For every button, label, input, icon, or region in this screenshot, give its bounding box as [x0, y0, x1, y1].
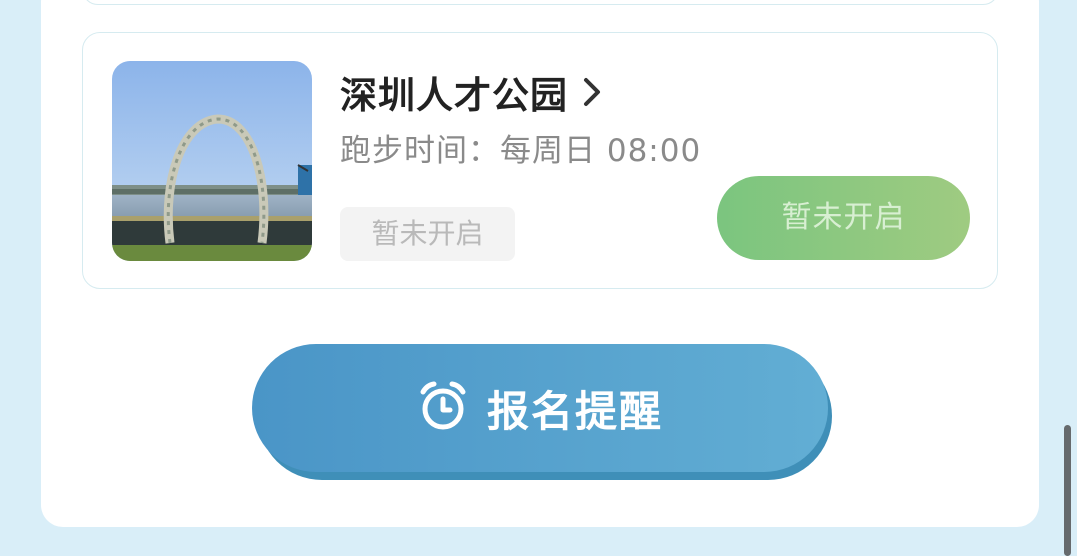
park-name: 深圳人才公园	[340, 74, 568, 117]
status-tag: 暂未开启	[340, 207, 515, 261]
signup-reminder-button[interactable]: 报名提醒	[252, 344, 828, 472]
remind-button-label: 报名提醒	[486, 386, 663, 436]
scrollbar[interactable]	[1064, 425, 1071, 556]
park-card[interactable]: 深圳人才公园 跑步时间：每周日 08:00 暂未开启 暂未开启	[82, 32, 998, 289]
park-title-link[interactable]: 深圳人才公园	[340, 65, 602, 119]
run-time-text: 跑步时间：每周日 08:00	[340, 133, 702, 169]
alarm-clock-icon	[417, 380, 469, 436]
not-started-button[interactable]: 暂未开启	[717, 176, 970, 260]
chevron-right-icon	[582, 76, 602, 108]
previous-park-card[interactable]	[82, 0, 999, 5]
park-photo[interactable]	[112, 61, 312, 261]
